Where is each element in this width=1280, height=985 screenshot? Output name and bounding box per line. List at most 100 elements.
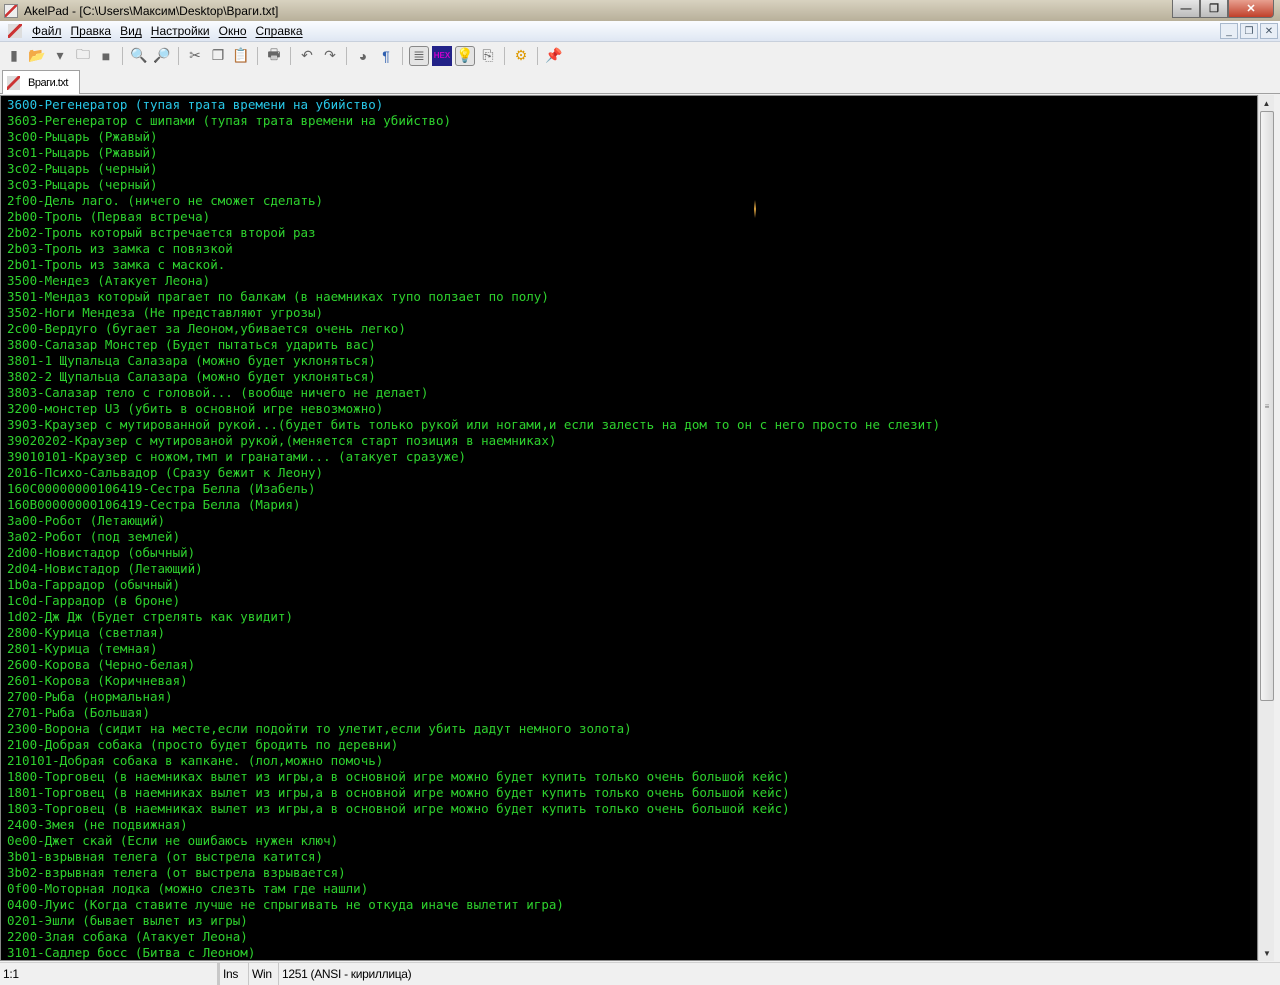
mdi-minimize-button[interactable]: _ <box>1220 23 1238 39</box>
menu-help[interactable]: Справка <box>254 24 310 38</box>
text-editor[interactable]: 3600-Регенератор (тупая трата времени на… <box>0 95 1258 961</box>
menu-view[interactable]: Вид <box>118 24 149 38</box>
text-line[interactable]: 3b02-взрывная телега (от выстрела взрыва… <box>7 865 1257 881</box>
clipboard-icon[interactable]: ⎘ <box>478 46 498 66</box>
text-line[interactable]: 0201-Эшли (бывает вылет из игры) <box>7 913 1257 929</box>
codepage[interactable]: 1251 (ANSI - кириллица) <box>279 963 414 985</box>
vertical-scrollbar[interactable]: ▲ ≡ ▼ <box>1258 95 1274 961</box>
text-line[interactable]: 2601-Корова (Коричневая) <box>7 673 1257 689</box>
text-line[interactable]: 160B00000000106419-Сестра Белла (Мария) <box>7 497 1257 513</box>
text-line[interactable]: 2c00-Вердуго (бугает за Леоном,убивается… <box>7 321 1257 337</box>
text-line[interactable]: 3c00-Рыцарь (Ржавый) <box>7 129 1257 145</box>
cut-icon[interactable]: ✂ <box>185 46 205 66</box>
hex-icon[interactable]: HEX <box>432 45 452 66</box>
text-line[interactable]: 2400-Змея (не подвижная) <box>7 817 1257 833</box>
scrollbar-thumb[interactable]: ≡ <box>1260 111 1274 701</box>
text-line[interactable]: 3903-Краузер с мутированной рукой...(буд… <box>7 417 1257 433</box>
text-line[interactable]: 1d02-Дж Дж (Будет стрелять как увидит) <box>7 609 1257 625</box>
menu-edit[interactable]: Правка <box>69 24 119 38</box>
lightbulb-icon[interactable]: 💡 <box>455 45 475 66</box>
pin-icon[interactable]: 📌 <box>544 46 564 66</box>
tab-label: Враги.txt <box>28 76 68 89</box>
text-line[interactable]: 39010101-Краузер с ножом,тмп и гранатами… <box>7 449 1257 465</box>
colors-icon[interactable]: ◕ <box>353 46 373 66</box>
text-line[interactable]: 1803-Торговец (в наемниках вылет из игры… <box>7 801 1257 817</box>
word-wrap-icon[interactable]: ≣ <box>409 45 429 66</box>
text-line[interactable]: 2100-Добрая собака (просто будет бродить… <box>7 737 1257 753</box>
text-line[interactable]: 3803-Салазар тело с головой... (вообще н… <box>7 385 1257 401</box>
text-line[interactable]: 3b01-взрывная телега (от выстрела катитс… <box>7 849 1257 865</box>
scroll-down-arrow-icon[interactable]: ▼ <box>1259 945 1275 961</box>
print-icon[interactable]: 🖶 <box>264 46 284 66</box>
reopen-folder-icon[interactable]: 🗀 <box>73 46 93 66</box>
text-line[interactable]: 2801-Курица (темная) <box>7 641 1257 657</box>
text-line[interactable]: 2d00-Новистадор (обычный) <box>7 545 1257 561</box>
text-line[interactable]: 2701-Рыба (Большая) <box>7 705 1257 721</box>
text-line[interactable]: 3a02-Робот (под землей) <box>7 529 1257 545</box>
text-line[interactable]: 3c03-Рыцарь (черный) <box>7 177 1257 193</box>
text-line[interactable]: 2b00-Троль (Первая встреча) <box>7 209 1257 225</box>
document-icon[interactable] <box>8 24 22 38</box>
text-line[interactable]: 3603-Регенератор с шипами (тупая трата в… <box>7 113 1257 129</box>
text-line[interactable]: 210101-Добрая собака в капкане. (лол,мож… <box>7 753 1257 769</box>
menu-window[interactable]: Окно <box>217 24 254 38</box>
text-line[interactable]: 2300-Ворона (сидит на месте,если подойти… <box>7 721 1257 737</box>
text-line[interactable]: 3600-Регенератор (тупая трата времени на… <box>7 97 1257 113</box>
text-line[interactable]: 160C00000000106419-Сестра Белла (Изабель… <box>7 481 1257 497</box>
open-folder-icon[interactable]: 📂 <box>27 46 47 66</box>
newline-format[interactable]: Win <box>249 962 279 985</box>
insert-mode[interactable]: Ins <box>219 962 249 985</box>
text-line[interactable]: 3101-Садлер босс (Битва с Леоном) <box>7 945 1257 960</box>
text-line[interactable]: 3c02-Рыцарь (черный) <box>7 161 1257 177</box>
text-line[interactable]: 1801-Торговец (в наемниках вылет из игры… <box>7 785 1257 801</box>
akelpad-app-icon[interactable] <box>4 3 18 18</box>
text-line[interactable]: 2800-Курица (светлая) <box>7 625 1257 641</box>
text-line[interactable]: 2200-Злая собака (Атакует Леона) <box>7 929 1257 945</box>
text-line[interactable]: 3200-монстер U3 (убить в основной игре н… <box>7 401 1257 417</box>
text-line[interactable]: 3c01-Рыцарь (Ржавый) <box>7 145 1257 161</box>
replace-icon[interactable]: 🔎 <box>152 46 172 66</box>
save-icon[interactable]: ■ <box>96 46 116 66</box>
minimize-button[interactable]: — <box>1172 0 1200 18</box>
text-line[interactable]: 3500-Мендез (Атакует Леона) <box>7 273 1257 289</box>
text-line[interactable]: 0e00-Джет скай (Если не ошибаюсь нужен к… <box>7 833 1257 849</box>
text-line[interactable]: 2d04-Новистадор (Летающий) <box>7 561 1257 577</box>
scroll-up-arrow-icon[interactable]: ▲ <box>1259 95 1274 111</box>
text-line[interactable]: 3a00-Робот (Летающий) <box>7 513 1257 529</box>
text-line[interactable]: 3801-1 Щупальца Салазара (можно будет ук… <box>7 353 1257 369</box>
text-line[interactable]: 1800-Торговец (в наемниках вылет из игры… <box>7 769 1257 785</box>
new-file-icon[interactable]: ▮ <box>4 46 24 66</box>
tab-vragi-txt[interactable]: Враги.txt <box>2 70 80 94</box>
menu-file[interactable]: Файл <box>30 24 69 38</box>
mdi-close-button[interactable]: ✕ <box>1260 23 1278 39</box>
copy-icon[interactable]: ❐ <box>208 46 228 66</box>
text-line[interactable]: 0f00-Моторная лодка (можно слезть там гд… <box>7 881 1257 897</box>
paste-icon[interactable]: 📋 <box>231 46 251 66</box>
settings-gear-icon[interactable]: ⚙ <box>511 46 531 66</box>
text-line[interactable]: 3502-Ноги Мендеза (Не представляют угроз… <box>7 305 1257 321</box>
find-icon[interactable]: 🔍 <box>129 46 149 66</box>
text-line[interactable]: 2b03-Троль из замка с повязкой <box>7 241 1257 257</box>
text-line[interactable]: 3802-2 Щупальца Салазара (можно будет ук… <box>7 369 1257 385</box>
text-line[interactable]: 1b0a-Гаррадор (обычный) <box>7 577 1257 593</box>
undo-icon[interactable]: ↶ <box>297 46 317 66</box>
text-line[interactable]: 2b01-Троль из замка с маской. <box>7 257 1257 273</box>
text-line[interactable]: 2600-Корова (Черно-белая) <box>7 657 1257 673</box>
pilcrow-icon[interactable]: ¶ <box>376 46 396 66</box>
mdi-restore-button[interactable]: ❐ <box>1240 23 1258 39</box>
text-line[interactable]: 2700-Рыба (нормальная) <box>7 689 1257 705</box>
menu-settings[interactable]: Настройки <box>149 24 217 38</box>
text-line[interactable]: 2f00-Дель лаго. (ничего не сможет сделат… <box>7 193 1257 209</box>
text-line[interactable]: 39020202-Краузер с мутированой рукой,(ме… <box>7 433 1257 449</box>
text-line[interactable]: 2b02-Троль который встречается второй ра… <box>7 225 1257 241</box>
close-button[interactable]: ✕ <box>1228 0 1274 18</box>
text-line[interactable]: 1c0d-Гаррадор (в броне) <box>7 593 1257 609</box>
dropdown-arrow-icon[interactable]: ▾ <box>50 46 70 66</box>
maximize-button[interactable]: ❐ <box>1200 0 1228 18</box>
toolbar-separator <box>122 46 123 65</box>
text-line[interactable]: 2016-Психо-Сальвадор (Сразу бежит к Леон… <box>7 465 1257 481</box>
text-line[interactable]: 3800-Салазар Монстер (Будет пытаться уда… <box>7 337 1257 353</box>
redo-icon[interactable]: ↷ <box>320 46 340 66</box>
text-line[interactable]: 0400-Луис (Когда ставите лучше не спрыги… <box>7 897 1257 913</box>
text-line[interactable]: 3501-Мендаз который прагает по балкам (в… <box>7 289 1257 305</box>
